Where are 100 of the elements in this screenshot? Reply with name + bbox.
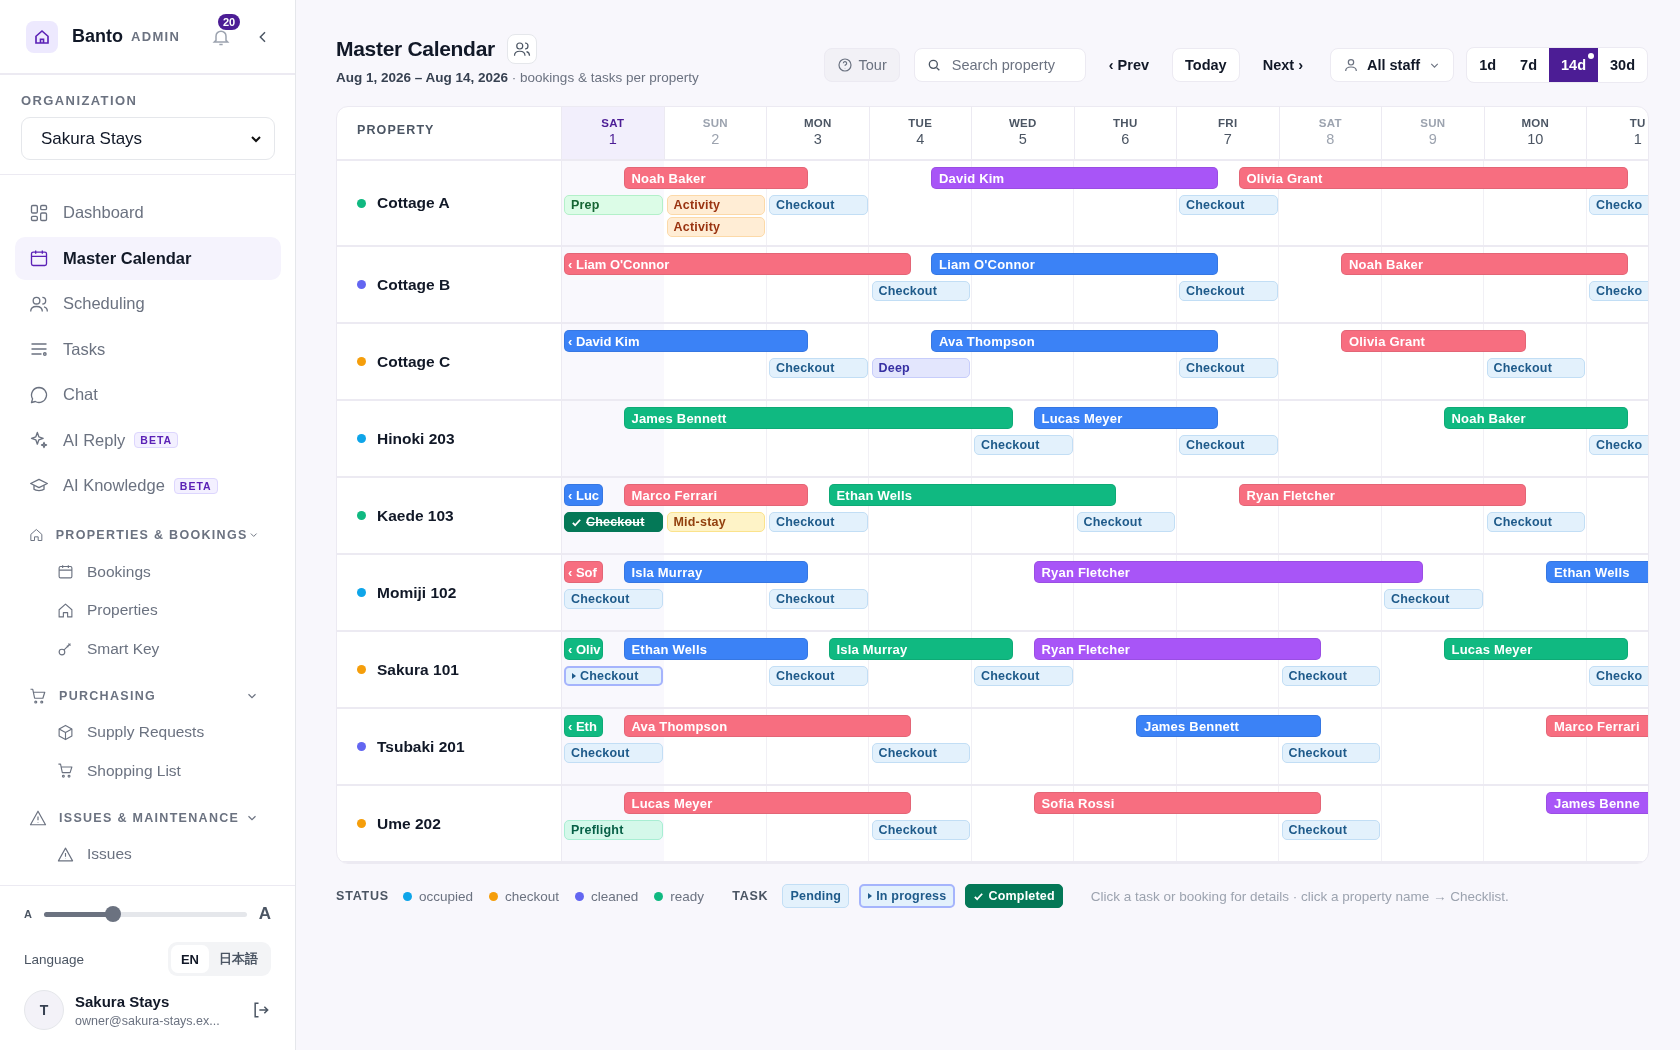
legend-label: ready [670, 888, 705, 904]
nav-item[interactable]: Master Calendar [15, 236, 281, 280]
slider-thumb[interactable] [104, 906, 121, 922]
booking-bar[interactable]: Liam O'Connor [931, 253, 1218, 275]
task-chip[interactable]: Checko [1589, 435, 1648, 455]
property-name[interactable]: Momiji 102 [377, 583, 457, 602]
task-chip[interactable]: Checkout [1384, 589, 1483, 609]
task-chip[interactable]: Checkout [1179, 281, 1278, 301]
booking-bar[interactable]: James Bennett [1136, 715, 1321, 737]
task-chip[interactable]: Checkout [974, 435, 1073, 455]
tour-button[interactable]: Tour [823, 48, 900, 82]
nav-item[interactable]: Tasks [15, 327, 281, 371]
task-chip[interactable]: Checkout [1281, 820, 1380, 840]
task-chip[interactable]: Checkout [1179, 358, 1278, 378]
booking-bar[interactable]: Lucas Meyer [1033, 407, 1218, 429]
task-chip[interactable]: Checkout [564, 589, 663, 609]
booking-bar[interactable]: Ethan Wells [1546, 561, 1648, 583]
booking-bar[interactable]: Ryan Fletcher [1033, 561, 1423, 583]
task-chip[interactable]: Checko [1589, 281, 1648, 301]
property-name[interactable]: Kaede 103 [377, 506, 454, 525]
nav-item[interactable]: Issues [15, 835, 281, 873]
task-chip[interactable]: Checkout [1281, 743, 1380, 763]
task-chip[interactable]: Mid-stay [666, 512, 765, 532]
task-chip[interactable]: Checkout [564, 666, 663, 686]
nav-item[interactable]: Smart Key [15, 630, 281, 668]
nav-section[interactable]: ISSUES & MAINTENANCE [15, 799, 281, 836]
booking-bar[interactable]: Ryan Fletcher [1033, 638, 1321, 660]
nav-item[interactable]: Dashboard [15, 191, 281, 234]
sparkle-icon [29, 430, 49, 450]
previous-button[interactable]: ‹ Prev [1095, 48, 1163, 82]
weekday-label: TUE [908, 117, 933, 129]
task-chip[interactable]: Checkout [871, 820, 970, 840]
task-chip[interactable]: Checko [1589, 666, 1648, 686]
range-tab[interactable]: 30d [1598, 48, 1647, 82]
nav-section[interactable]: PURCHASING [15, 677, 281, 714]
booking-bar[interactable]: ‹ David Kim [564, 330, 808, 352]
property-name[interactable]: Ume 202 [377, 814, 441, 833]
property-name[interactable]: Tsubaki 201 [377, 737, 465, 756]
task-chip[interactable]: Checkout [1179, 195, 1278, 215]
task-chip[interactable]: Prep [564, 195, 663, 215]
language-option[interactable]: 日本語 [209, 945, 268, 973]
property-name[interactable]: Sakura 101 [377, 660, 459, 679]
language-option[interactable]: EN [170, 945, 209, 973]
task-chip[interactable]: Checko [1589, 195, 1648, 215]
nav-item[interactable]: Supply Requests [15, 713, 281, 751]
task-chip[interactable]: Checkout [769, 666, 868, 686]
range-tab[interactable]: 14d [1549, 48, 1598, 82]
task-chip[interactable]: Checkout [871, 281, 970, 301]
task-chip[interactable]: Activity [666, 195, 765, 215]
nav-item[interactable]: Scheduling [15, 282, 281, 325]
range-tab[interactable]: 7d [1508, 48, 1549, 82]
today-button[interactable]: Today [1172, 48, 1240, 82]
organization-label: ORGANIZATION [21, 93, 139, 108]
nav-section[interactable]: PROPERTIES & BOOKINGS [15, 517, 281, 553]
task-chip[interactable]: Preflight [564, 820, 663, 840]
small-text-label: A [24, 908, 32, 920]
range-tab[interactable]: 1d [1467, 48, 1509, 82]
day-number: 8 [1326, 131, 1335, 147]
nav-item[interactable]: Bookings [15, 553, 281, 591]
booking-bar[interactable]: James Benne [1546, 792, 1648, 814]
property-name[interactable]: Hinoki 203 [377, 429, 455, 448]
nav-item[interactable]: AI Knowledge BETA [15, 464, 281, 507]
user-name: Sakura Stays [75, 992, 171, 1010]
nav-item[interactable]: Shopping List [15, 752, 281, 790]
property-name[interactable]: Cottage C [377, 352, 451, 371]
task-chip[interactable]: Checkout [769, 589, 868, 609]
legend-label: occupied [418, 888, 473, 904]
nav-item[interactable]: AI Reply BETA [15, 418, 281, 462]
organization-select[interactable]: Sakura Stays [21, 117, 275, 160]
task-chip[interactable]: Checkout [871, 743, 970, 763]
team-button[interactable] [506, 34, 537, 64]
task-chip[interactable]: Checkout [564, 743, 663, 763]
task-chip[interactable]: Checkout [769, 358, 868, 378]
date-range: Aug 1, 2026 – Aug 14, 2026 [336, 70, 509, 85]
next-button[interactable]: Next › [1249, 48, 1316, 82]
staff-dropdown[interactable]: All staff [1330, 48, 1455, 82]
task-chip[interactable]: Checkout [769, 195, 868, 215]
booking-bar[interactable]: ‹ Luc [564, 484, 603, 506]
text-size-slider[interactable] [43, 906, 247, 922]
user-email: owner@sakura-stays.ex... [75, 1013, 220, 1028]
task-chip[interactable]: Deep [871, 358, 970, 378]
task-chip[interactable]: Checkout [1486, 358, 1585, 378]
booking-bar[interactable]: Ethan Wells [623, 638, 808, 660]
nav-item[interactable]: Chat [15, 373, 281, 416]
booking-bar[interactable]: Ava Thompson [931, 330, 1218, 352]
task-chip[interactable]: Checkout [1486, 512, 1585, 532]
property-name[interactable]: Cottage B [377, 275, 451, 294]
booking-bar[interactable]: Isla Murray [623, 561, 808, 583]
logout-button[interactable] [251, 1000, 271, 1020]
task-chip[interactable]: Checkout [564, 512, 663, 532]
task-chip[interactable]: Checkout [974, 666, 1073, 686]
search-field[interactable]: Search property [913, 48, 1086, 82]
task-chip[interactable]: Activity [666, 217, 765, 237]
nav-item[interactable]: Properties [15, 591, 281, 629]
task-chip[interactable]: Checkout [1076, 512, 1175, 532]
property-name[interactable]: Cottage A [377, 194, 450, 212]
task-chip[interactable]: Checkout [1281, 666, 1380, 686]
task-chip[interactable]: Checkout [1179, 435, 1278, 455]
booking-bar[interactable]: David Kim [931, 167, 1218, 189]
task-chip[interactable]: Checkout [769, 512, 868, 532]
